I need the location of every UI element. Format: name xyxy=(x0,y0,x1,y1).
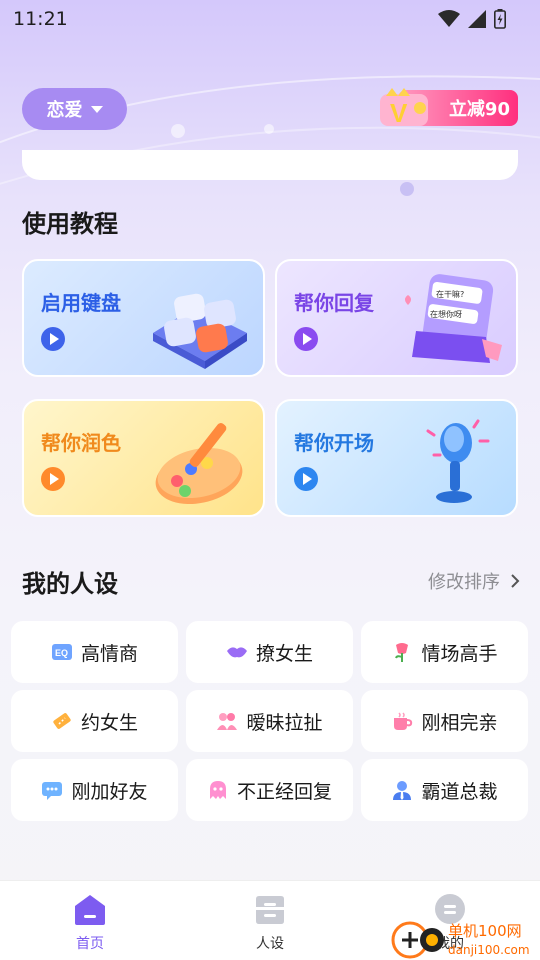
vip-discount-badge[interactable]: 立减90 V xyxy=(376,86,518,130)
persona-label: 霸道总裁 xyxy=(421,780,498,803)
eq-badge-text: EQ xyxy=(55,648,68,658)
persona-chip[interactable]: EQ 高情商 xyxy=(11,621,178,683)
persona-chip[interactable]: 暧昧拉扯 xyxy=(186,690,353,752)
microphone-icon xyxy=(426,419,490,503)
persona-label: 情场高手 xyxy=(421,642,498,665)
phone-typewriter-icon: 在干嘛? 在想你呀 xyxy=(405,274,502,363)
play-icon[interactable] xyxy=(294,467,318,491)
persona-label: 撩女生 xyxy=(255,642,313,665)
chevron-right-icon xyxy=(511,574,520,588)
battery-icon xyxy=(494,9,506,29)
ticket-icon xyxy=(53,713,71,729)
tutorial-card-opener[interactable]: 帮你开场 xyxy=(275,399,518,517)
persona-tab-icon xyxy=(256,896,284,924)
persona-chip[interactable]: 刚加好友 xyxy=(11,759,178,821)
caret-down-icon xyxy=(90,105,103,113)
card-label: 启用键盘 xyxy=(41,291,121,315)
vip-discount-text: 立减90 xyxy=(448,99,510,120)
card-label: 帮你回复 xyxy=(294,291,374,315)
rose-icon xyxy=(395,643,409,662)
tutorial-title: 使用教程 xyxy=(22,210,118,238)
lips-icon xyxy=(226,647,247,658)
status-icons xyxy=(438,9,506,29)
boss-icon xyxy=(393,781,412,800)
persona-chip[interactable]: 情场高手 xyxy=(361,621,528,683)
site-watermark-logo: 单机100网 danji100.com xyxy=(391,921,530,959)
couple-icon xyxy=(217,713,238,730)
persona-chip[interactable]: 霸道总裁 xyxy=(361,759,528,821)
persona-label: 暧昧拉扯 xyxy=(246,711,323,734)
play-icon[interactable] xyxy=(41,467,65,491)
persona-title: 我的人设 xyxy=(22,570,118,598)
ghost-icon xyxy=(209,781,226,799)
header-card-edge xyxy=(22,150,518,180)
paint-palette-icon xyxy=(155,423,243,505)
bubble-text-1: 在干嘛? xyxy=(436,289,464,299)
persona-chip[interactable]: 约女生 xyxy=(11,690,178,752)
persona-label: 约女生 xyxy=(80,711,138,734)
home-icon xyxy=(75,895,105,925)
persona-label: 不正经回复 xyxy=(236,780,332,803)
edit-sort-label: 修改排序 xyxy=(428,572,500,593)
chat-icon xyxy=(42,782,63,800)
tutorial-card-help-reply[interactable]: 帮你回复 在干嘛? 在想你呀 xyxy=(275,259,518,377)
persona-chip[interactable]: 撩女生 xyxy=(186,621,353,683)
wifi-icon xyxy=(438,10,460,27)
tab-persona[interactable]: 人设 xyxy=(220,893,320,953)
persona-chip[interactable]: 不正经回复 xyxy=(186,759,353,821)
decor-bubble xyxy=(264,124,274,134)
tab-persona-label: 人设 xyxy=(256,936,284,952)
keyboard-keys-icon xyxy=(153,293,247,369)
bubble-text-2: 在想你呀 xyxy=(430,309,462,319)
persona-chip[interactable]: 刚相完亲 xyxy=(361,690,528,752)
mode-label: 恋爱 xyxy=(46,100,83,121)
edit-sort-link[interactable]: 修改排序 xyxy=(428,568,520,594)
play-icon[interactable] xyxy=(294,327,318,351)
persona-label: 刚加好友 xyxy=(71,780,148,803)
status-bar: 11:21 xyxy=(0,0,540,38)
vip-letter: V xyxy=(390,98,408,128)
vip-crown-icon: V xyxy=(380,88,428,128)
cup-icon xyxy=(394,712,413,730)
play-icon[interactable] xyxy=(41,327,65,351)
card-label: 帮你开场 xyxy=(294,431,374,455)
signal-icon xyxy=(468,10,486,28)
tab-home[interactable]: 首页 xyxy=(40,893,140,953)
decor-bubble xyxy=(171,124,185,138)
mode-selector[interactable]: 恋爱 xyxy=(22,88,127,130)
card-label: 帮你润色 xyxy=(41,431,121,455)
tab-home-label: 首页 xyxy=(76,936,104,952)
watermark-text-cn: 单机100网 xyxy=(448,922,522,940)
tutorial-card-enable-keyboard[interactable]: 启用键盘 xyxy=(22,259,265,377)
tutorial-card-polish[interactable]: 帮你润色 xyxy=(22,399,265,517)
watermark-text-en: danji100.com xyxy=(448,943,530,957)
decor-bubble xyxy=(400,182,414,196)
eq-icon: EQ xyxy=(51,644,72,660)
persona-label: 刚相完亲 xyxy=(421,711,498,734)
status-time: 11:21 xyxy=(13,8,68,30)
persona-label: 高情商 xyxy=(80,642,138,665)
